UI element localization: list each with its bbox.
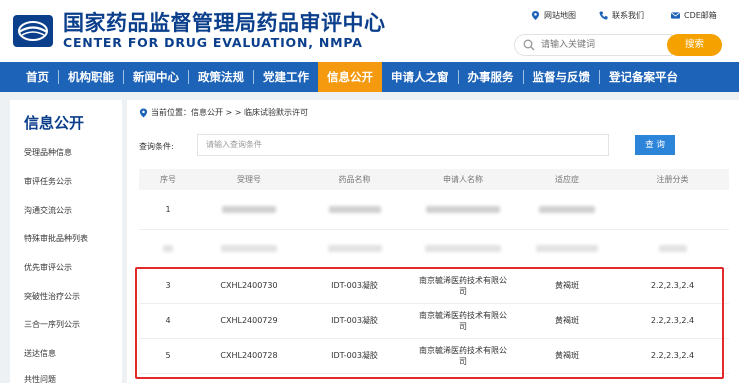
redacted-cell	[197, 190, 301, 230]
search-button[interactable]: 搜索	[667, 34, 722, 56]
nav-item-disclosure[interactable]: 信息公开	[318, 62, 382, 92]
header-drug-name: 药品名称	[301, 169, 408, 190]
header-indication: 适应症	[518, 169, 616, 190]
search-input[interactable]	[541, 37, 667, 53]
applicant-line1: 南京毓浠医药技术有限公	[419, 310, 507, 320]
redacted-cell	[408, 190, 518, 230]
cell-no: 4	[139, 303, 197, 339]
table-row[interactable]: 3 CXHL2400730 IDT-003凝胶 南京毓浠医药技术有限公司 黄褐斑…	[139, 268, 729, 304]
cde-logo-icon[interactable]	[13, 15, 53, 47]
table-header-row: 序号 受理号 药品名称 申请人名称 适应症 注册分类	[139, 169, 729, 190]
nav-item-home[interactable]: 首页	[0, 62, 58, 92]
cell-drug-name: IDT-003凝胶	[301, 303, 408, 339]
contact-us-label: 联系我们	[612, 11, 644, 20]
table-row[interactable]	[139, 229, 729, 269]
location-pin-icon	[139, 108, 148, 117]
cell-no: 1	[139, 190, 197, 230]
site-map-label: 网站地图	[544, 11, 576, 20]
cell-indication: 黄褐斑	[518, 303, 616, 339]
applicant-line2: 司	[459, 356, 467, 366]
nav-item-registration[interactable]: 登记备案平台	[600, 62, 687, 92]
query-button[interactable]: 查 询	[635, 135, 675, 155]
sidebar-item-delivery[interactable]: 送达信息	[24, 348, 56, 359]
redacted-cell	[616, 229, 729, 269]
redacted-cell	[301, 229, 408, 269]
redacted-cell	[408, 229, 518, 269]
sidebar-title: 信息公开	[24, 114, 85, 132]
cde-mail-label: CDE邮箱	[684, 11, 717, 20]
redacted-cell	[616, 190, 729, 230]
cell-accept-no[interactable]: CXHL2400730	[197, 268, 301, 304]
cell-category: 2.2,2.3,2.4	[616, 303, 729, 339]
sidebar-item-communication[interactable]: 沟通交流公示	[24, 205, 72, 216]
nav-item-policy[interactable]: 政策法规	[189, 62, 253, 92]
site-search: 搜索	[514, 34, 722, 56]
nav-item-party[interactable]: 党建工作	[254, 62, 318, 92]
site-title-cn: 国家药品监督管理局药品审评中心	[63, 11, 386, 35]
cell-applicant: 南京毓浠医药技术有限公司	[408, 338, 518, 374]
nav-item-feedback[interactable]: 监督与反馈	[524, 62, 600, 92]
site-header: 国家药品监督管理局药品审评中心 CENTER FOR DRUG EVALUATI…	[0, 0, 739, 62]
query-label: 查询条件:	[139, 142, 174, 151]
sidebar-item-breakthrough[interactable]: 突破性治疗公示	[24, 291, 80, 302]
cell-drug-name: IDT-003凝胶	[301, 338, 408, 374]
sidebar-item-review-tasks[interactable]: 审评任务公示	[24, 176, 72, 187]
redacted-cell	[197, 229, 301, 269]
nav-item-services[interactable]: 办事服务	[459, 62, 523, 92]
header-category: 注册分类	[616, 169, 729, 190]
map-pin-icon	[531, 11, 540, 20]
breadcrumb-path[interactable]: 信息公开 > > 临床试验默示许可	[191, 107, 308, 118]
cell-category: 2.2,2.3,2.4	[616, 268, 729, 304]
redacted-cell	[301, 190, 408, 230]
cell-accept-no[interactable]: CXHL2400729	[197, 303, 301, 339]
cell-no: 5	[139, 338, 197, 374]
sidebar-item-accepted[interactable]: 受理品种信息	[24, 147, 72, 158]
header-no: 序号	[139, 169, 197, 190]
cell-accept-no[interactable]: CXHL2400728	[197, 338, 301, 374]
nav-item-applicant[interactable]: 申请人之窗	[382, 62, 458, 92]
sidebar-item-three-in-one[interactable]: 三合一序列公示	[24, 319, 80, 330]
cell-category: 2.2,2.3,2.4	[616, 338, 729, 374]
main-content: 当前位置： 信息公开 > > 临床试验默示许可 查询条件: 请输入查询条件 查 …	[127, 100, 739, 383]
table-row[interactable]: 5 CXHL2400728 IDT-003凝胶 南京毓浠医药技术有限公司 黄褐斑…	[139, 338, 729, 374]
phone-icon	[599, 11, 608, 20]
site-title-en: CENTER FOR DRUG EVALUATION, NMPA	[63, 35, 363, 50]
redacted-cell	[518, 190, 616, 230]
mail-icon	[671, 12, 680, 19]
redacted-cell	[139, 229, 197, 269]
cell-applicant: 南京毓浠医药技术有限公司	[408, 268, 518, 304]
cell-indication: 黄褐斑	[518, 268, 616, 304]
cell-indication: 黄褐斑	[518, 338, 616, 374]
contact-us-link[interactable]: 联系我们	[599, 10, 644, 21]
table-row[interactable]: 1	[139, 190, 729, 230]
header-applicant: 申请人名称	[408, 169, 518, 190]
header-accept-no: 受理号	[197, 169, 301, 190]
query-input[interactable]: 请输入查询条件	[197, 134, 609, 156]
cell-applicant: 南京毓浠医药技术有限公司	[408, 303, 518, 339]
search-box	[514, 34, 672, 56]
site-map-link[interactable]: 网站地图	[531, 10, 576, 21]
applicant-line2: 司	[459, 321, 467, 331]
approval-table: 序号 受理号 药品名称 申请人名称 适应症 注册分类 1 3 CXHL24007…	[139, 169, 729, 374]
breadcrumb-prefix: 当前位置：	[151, 108, 191, 117]
table-row[interactable]: 4 CXHL2400729 IDT-003凝胶 南京毓浠医药技术有限公司 黄褐斑…	[139, 303, 729, 339]
applicant-line1: 南京毓浠医药技术有限公	[419, 345, 507, 355]
sidebar-item-common-issues[interactable]: 共性问题	[24, 374, 56, 383]
redacted-cell	[518, 229, 616, 269]
sidebar-item-special-approval[interactable]: 特殊审批品种列表	[24, 233, 88, 244]
main-nav: 首页 机构职能 新闻中心 政策法规 党建工作 信息公开 申请人之窗 办事服务 监…	[0, 62, 739, 92]
cde-mail-link[interactable]: CDE邮箱	[671, 10, 717, 21]
applicant-line2: 司	[459, 286, 467, 296]
sidebar-item-priority-review[interactable]: 优先审评公示	[24, 262, 72, 273]
sidebar: 信息公开 受理品种信息 审评任务公示 沟通交流公示 特殊审批品种列表 优先审评公…	[10, 100, 122, 383]
cell-drug-name: IDT-003凝胶	[301, 268, 408, 304]
nav-item-news[interactable]: 新闻中心	[124, 62, 188, 92]
breadcrumb: 当前位置： 信息公开 > > 临床试验默示许可	[139, 107, 308, 118]
applicant-line1: 南京毓浠医药技术有限公	[419, 275, 507, 285]
cell-no: 3	[139, 268, 197, 304]
search-icon	[523, 39, 535, 51]
nav-item-functions[interactable]: 机构职能	[59, 62, 123, 92]
